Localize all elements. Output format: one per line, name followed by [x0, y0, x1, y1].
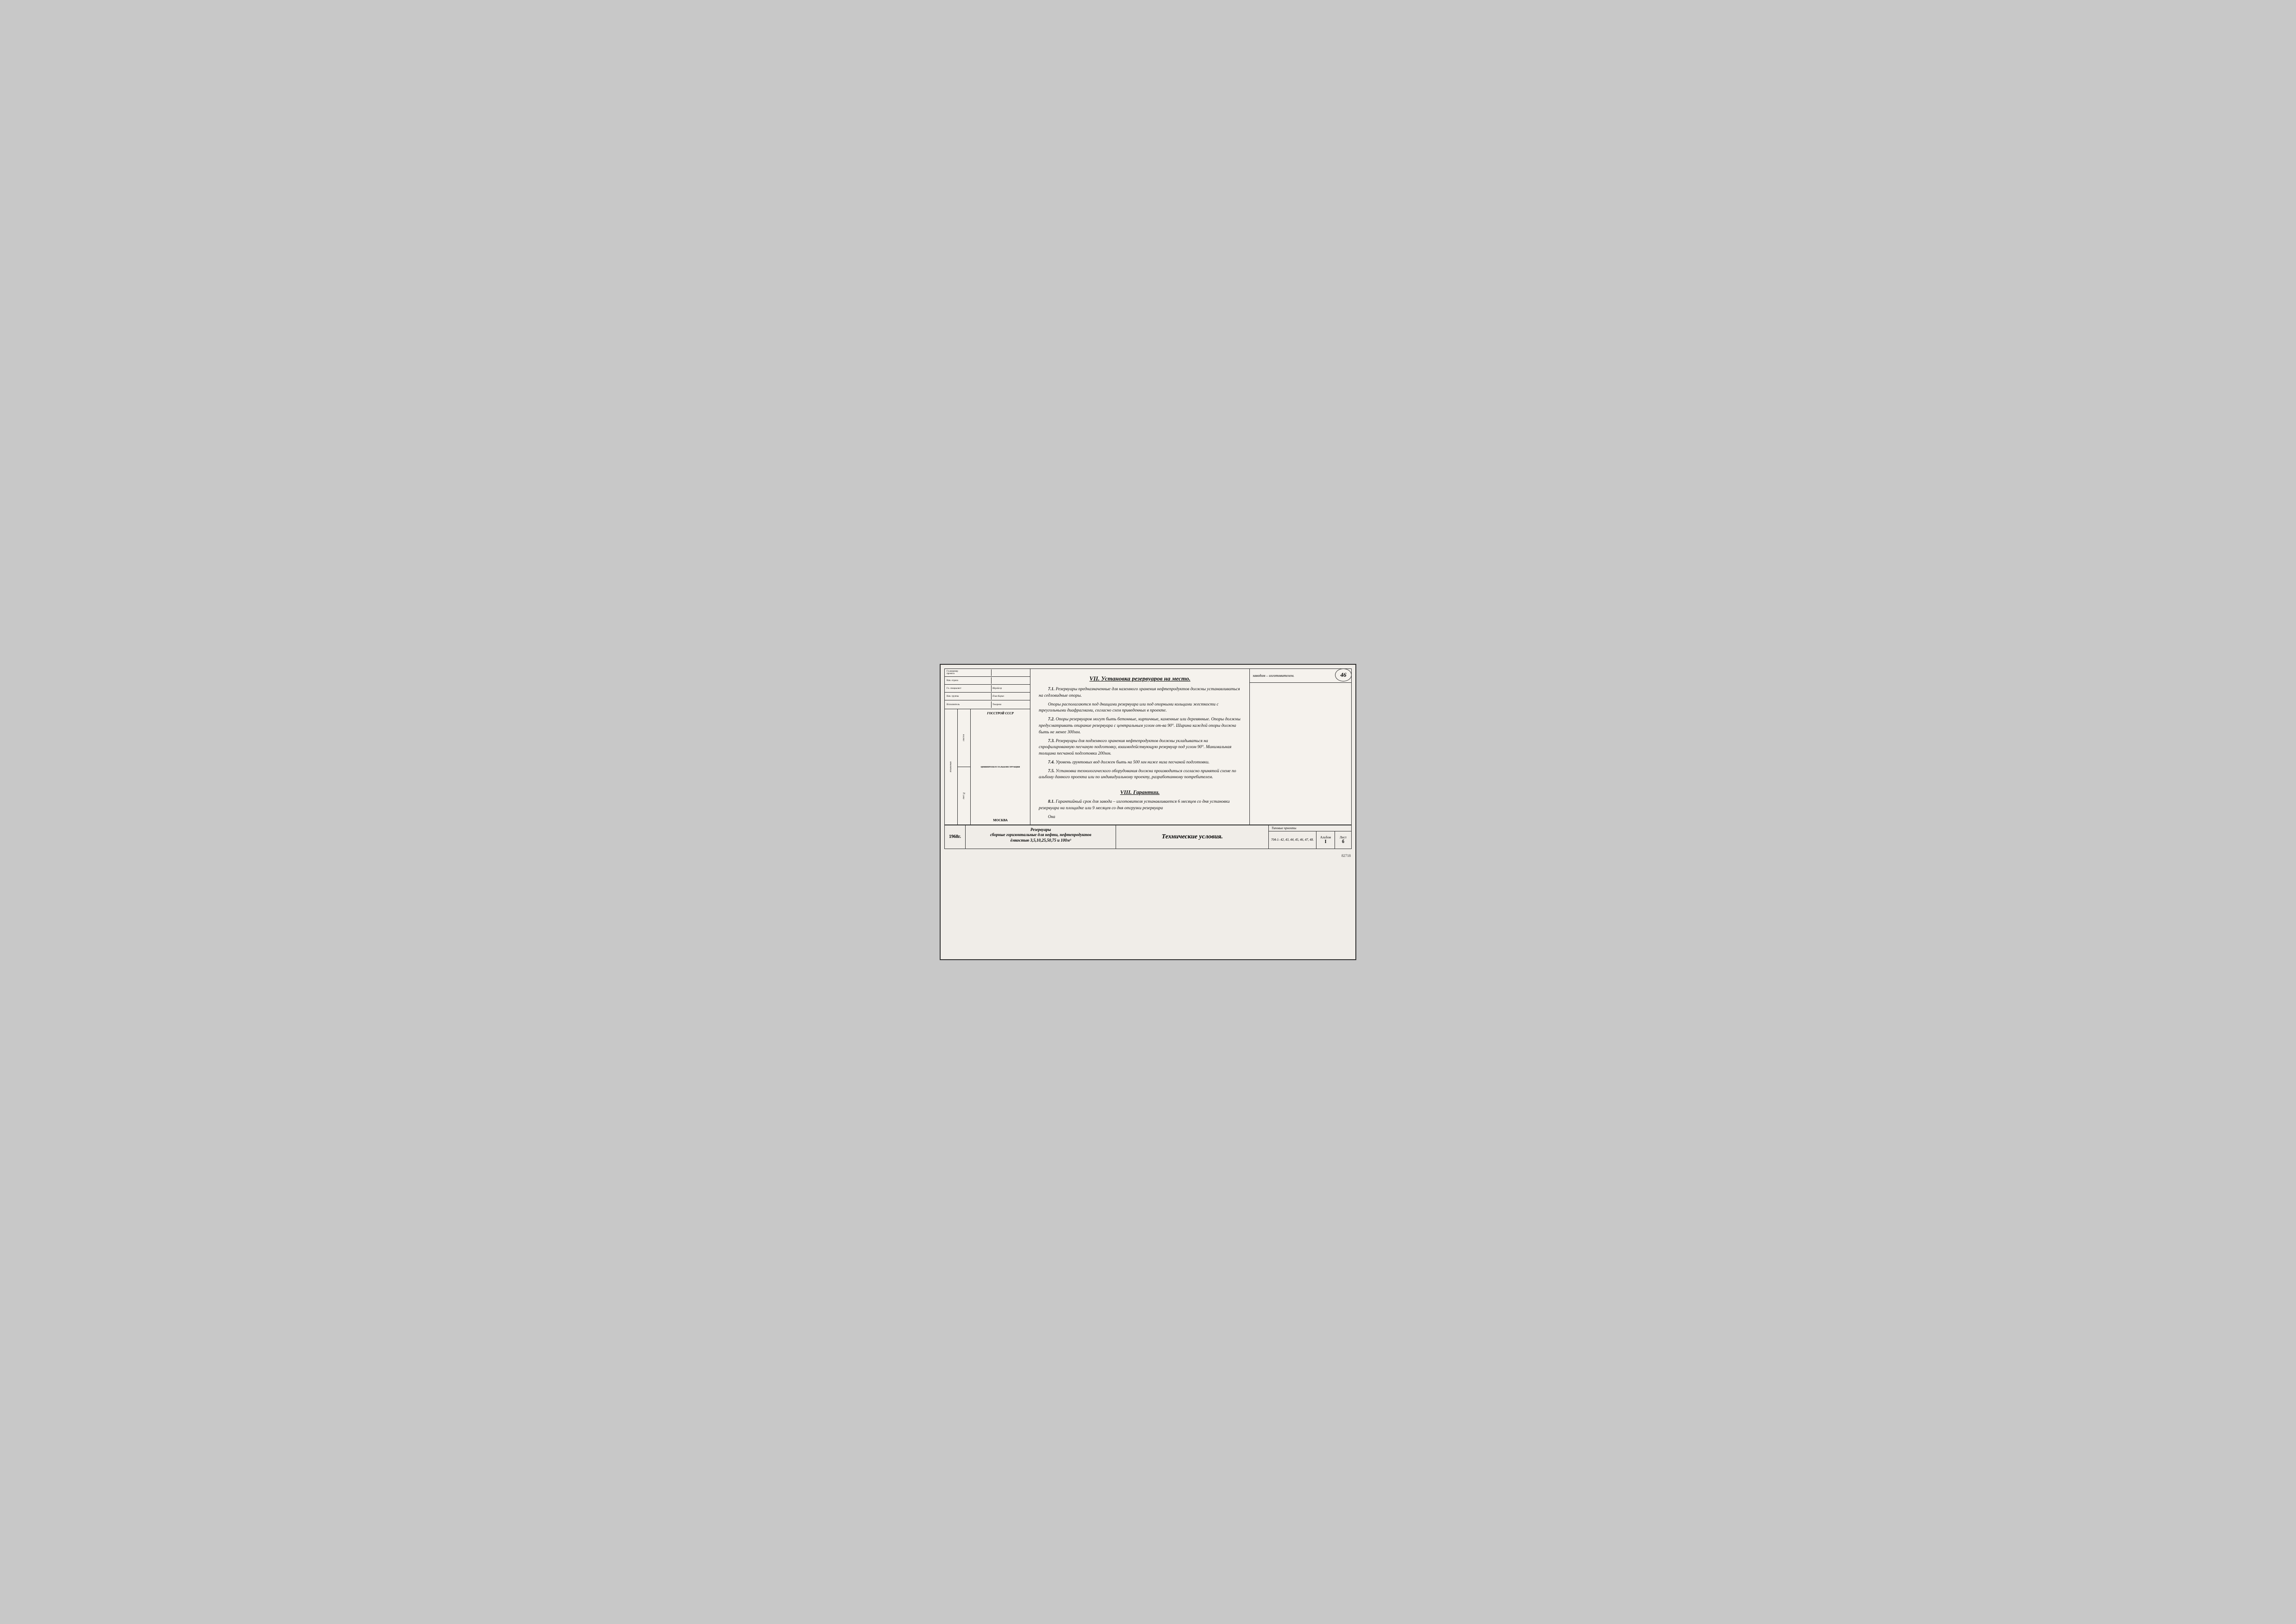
- sheet-value: б: [1342, 839, 1344, 844]
- rotated-label-2: Листов: [963, 734, 965, 741]
- para-7-3-text: Резервуары для подземного хранения нефте…: [1039, 739, 1231, 756]
- stamp-label-2: Нач. отдела: [946, 677, 992, 684]
- para-7-2-num: 7.2.: [1048, 717, 1054, 722]
- ona-region: Она: [1039, 814, 1241, 820]
- footer-main: Технические условия.: [1116, 825, 1268, 849]
- ussr-label: ГОССТРОЙ СССР: [986, 711, 1015, 716]
- para-7-2-text: Опоры резервуаров могут быть бетонные, к…: [1039, 717, 1241, 735]
- standards-prefix-text: Типовые проекты: [1272, 826, 1296, 830]
- right-area: заводом – изготовителем.: [1249, 669, 1351, 824]
- footer-standards-prefix: Типовые проекты: [1269, 825, 1351, 831]
- document-page: 46 Гл.инженерпроекта Нач. отдела Гл. спе…: [940, 664, 1356, 960]
- para-7-3-num: 7.3.: [1048, 739, 1054, 743]
- city-label: МОСКВА: [992, 818, 1009, 823]
- para-7-5-text: Установка технологического оборудования …: [1039, 769, 1236, 780]
- ona-text: Она: [1048, 814, 1055, 819]
- footer-album: Альбом I: [1316, 831, 1335, 849]
- doc-number: 82718: [941, 853, 1355, 859]
- stamp-label-3: Гл. специалист: [946, 685, 992, 692]
- para-7-4: 7.4. Уровень грунтовых вод должен быть н…: [1039, 760, 1241, 766]
- footer-title-line3: ёмкостью 3,5,10,25,50,75 и 100м³: [969, 838, 1112, 843]
- footer-sheet: Лист б: [1335, 831, 1351, 849]
- para-7-4-num: 7.4.: [1048, 760, 1054, 765]
- para-8-1-text: Гарантийный срок для завода – изготовите…: [1039, 800, 1229, 811]
- section8-title: VIII. Гарантии.: [1039, 788, 1241, 796]
- album-label: Альбом: [1320, 836, 1331, 839]
- stamp-label-1: Гл.инженерпроекта: [946, 669, 992, 676]
- footer-title-line1: Резервуары: [969, 827, 1112, 833]
- para-8-1-num: 8.1.: [1048, 800, 1054, 804]
- para-7-5-num: 7.5.: [1048, 769, 1054, 774]
- stamp-row-5: Исполнитель Токарева: [945, 700, 1030, 709]
- sheet-label: Лист: [1340, 836, 1347, 839]
- stamp-value-2: [992, 680, 1029, 681]
- stamp-value-4: Плав Корин: [992, 695, 1029, 698]
- rotated-label-1: Изменения: [950, 762, 952, 772]
- page-number: 46: [1335, 668, 1352, 681]
- stamp-row-1: Гл.инженерпроекта: [945, 669, 1030, 677]
- para-7-5: 7.5. Установка технологического оборудов…: [1039, 768, 1241, 781]
- stamp-label-5: Исполнитель: [946, 701, 992, 708]
- para-8-1: 8.1. Гарантийный срок для завода – изгот…: [1039, 799, 1241, 812]
- stamp-value-3: Мгрейсер: [992, 687, 1029, 690]
- footer: 1968г. Резервуары сборные горизонтальные…: [944, 825, 1352, 849]
- para-7-4-text: Уровень грунтовых вод должен быть на 500…: [1056, 760, 1210, 765]
- footer-right-bottom: 704-1- 42, 43, 44, 45, 46, 47, 48. Альбо…: [1269, 831, 1351, 849]
- rotated-label-3: Лист №: [963, 792, 965, 800]
- footer-right-section: Типовые проекты 704-1- 42, 43, 44, 45, 4…: [1268, 825, 1351, 849]
- stamp-row-3: Гл. специалист Мгрейсер: [945, 685, 1030, 693]
- section7-title: VII. Установка резервуаров на место.: [1039, 675, 1241, 683]
- footer-standards: 704-1- 42, 43, 44, 45, 46, 47, 48.: [1269, 831, 1316, 849]
- stamp-value-5: Токарева: [992, 703, 1029, 706]
- content-area: VII. Установка резервуаров на место. 7.1…: [1030, 669, 1249, 824]
- para-7-2: 7.2. Опоры резервуаров могут быть бетонн…: [1039, 717, 1241, 736]
- footer-year: 1968г.: [945, 825, 966, 849]
- para-7-3: 7.3. Резервуары для подземного хранения …: [1039, 738, 1241, 757]
- para-7-1-text: Резервуары предназначенные для наземного…: [1039, 687, 1240, 698]
- para-7-1: 7.1. Резервуары предназначенные для назе…: [1039, 687, 1241, 700]
- stamp-row-4: Нач. группы Плав Корин: [945, 693, 1030, 700]
- album-value: I: [1325, 839, 1327, 844]
- stamp-value-1: [992, 672, 1029, 673]
- para-7-opory: Опоры располагаются под днищами резервуа…: [1039, 702, 1241, 715]
- footer-main-label: Технические условия.: [1162, 833, 1223, 841]
- org-label: ЦНИИПРОЕКТСТАЛЬКОНСТРУКЦИЯ: [980, 765, 1020, 768]
- footer-title-line2: сборные горизонтальные для нефти, нефтеп…: [969, 832, 1112, 838]
- para-7-1-num: 7.1.: [1048, 687, 1054, 692]
- stamp-label-4: Нач. группы: [946, 693, 992, 700]
- main-layout: Гл.инженерпроекта Нач. отдела Гл. специа…: [944, 668, 1352, 825]
- right-content: [1250, 683, 1351, 824]
- stamp-row-2: Нач. отдела: [945, 677, 1030, 685]
- footer-title-block: Резервуары сборные горизонтальные для не…: [966, 825, 1116, 849]
